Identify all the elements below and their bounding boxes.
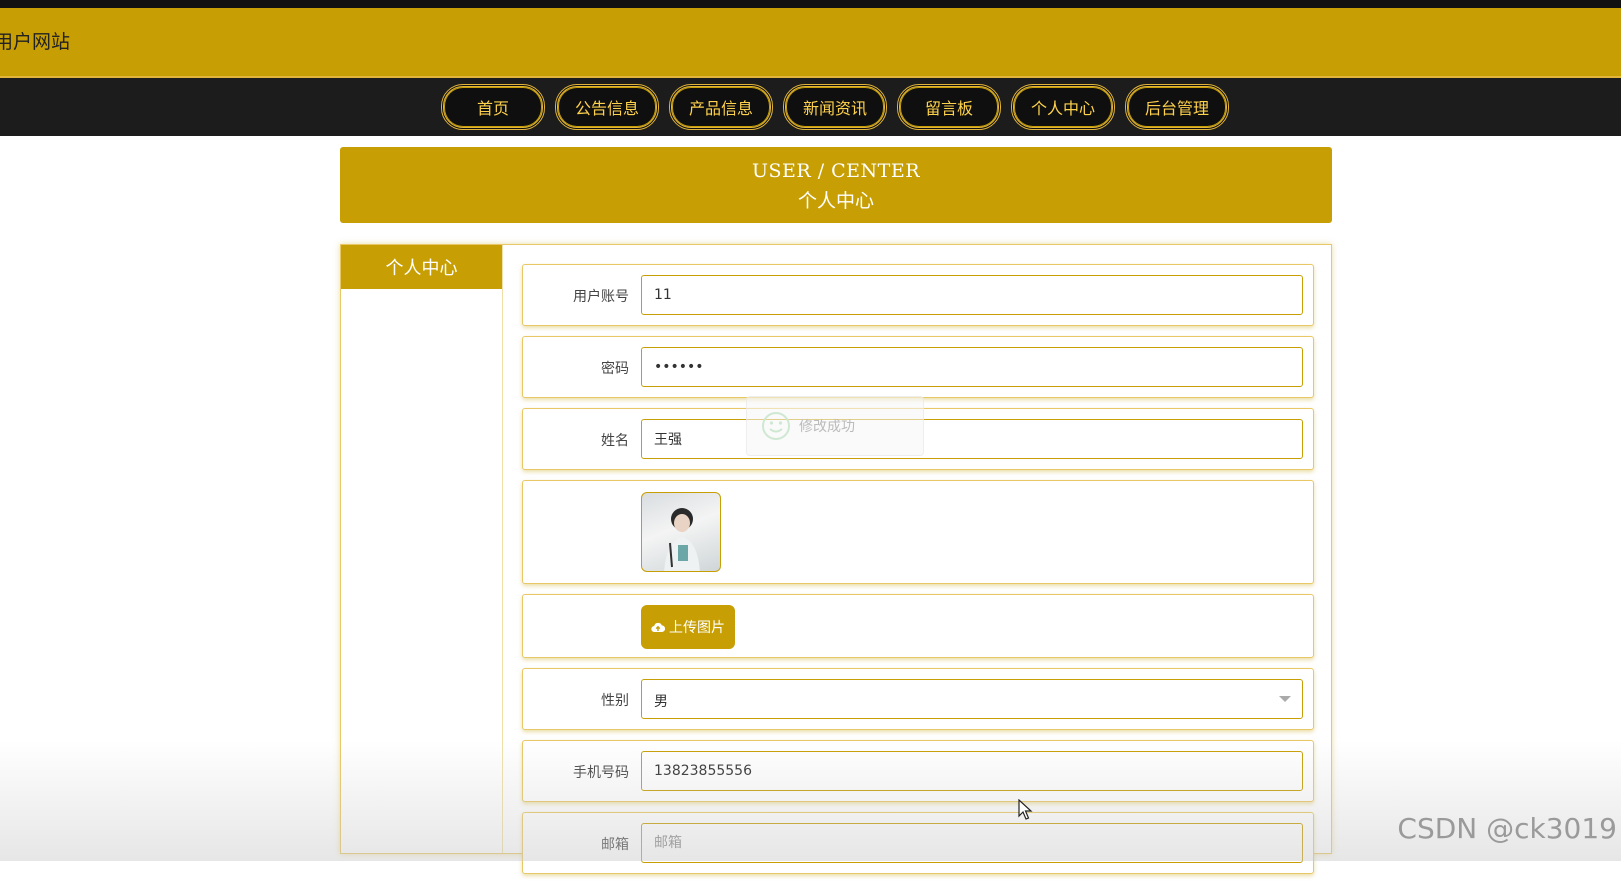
password-label: 密码 (601, 361, 629, 377)
nav-item-products[interactable]: 产品信息 (669, 84, 773, 130)
form-row-phone: 手机号码 (522, 740, 1314, 802)
nav-item-admin[interactable]: 后台管理 (1125, 84, 1229, 130)
name-input[interactable] (641, 419, 1303, 459)
email-input[interactable] (641, 823, 1303, 863)
form-row-account: 用户账号 (522, 264, 1314, 326)
nav-item-home[interactable]: 首页 (441, 84, 545, 130)
window-top-bar (0, 0, 1621, 8)
nav-item-news[interactable]: 新闻资讯 (783, 84, 887, 130)
nav-item-user-center[interactable]: 个人中心 (1011, 84, 1115, 130)
phone-label: 手机号码 (573, 765, 629, 781)
form-row-email: 邮箱 (522, 812, 1314, 874)
site-header: 用户网站 (0, 8, 1621, 78)
cloud-upload-icon (651, 622, 665, 633)
toast-message: 修改成功 (799, 419, 855, 435)
account-label: 用户账号 (573, 289, 629, 305)
sidebar-item-user-center[interactable]: 个人中心 (341, 245, 502, 289)
nav-item-announcements[interactable]: 公告信息 (555, 84, 659, 130)
smile-icon (762, 412, 790, 440)
watermark-text: CSDN @ck3019 (1397, 812, 1617, 845)
form-row-upload: 上传图片 (522, 594, 1314, 658)
password-input[interactable] (641, 347, 1303, 387)
site-title: 用户网站 (0, 31, 71, 53)
phone-input[interactable] (641, 751, 1303, 791)
main-nav: 首页 公告信息 产品信息 新闻资讯 留言板 个人中心 后台管理 (0, 78, 1621, 136)
account-input[interactable] (641, 275, 1303, 315)
user-center-panel: 个人中心 用户账号 密码 姓名 (340, 244, 1332, 874)
banner-title-en: USER / CENTER (751, 160, 921, 182)
form-row-gender: 性别 男 (522, 668, 1314, 730)
upload-image-label: 上传图片 (669, 620, 725, 636)
mouse-pointer-icon (1018, 799, 1033, 820)
gender-select-value[interactable]: 男 (641, 679, 1303, 719)
page-banner: USER / CENTER 个人中心 (340, 147, 1332, 223)
gender-select[interactable]: 男 (641, 679, 1303, 719)
chevron-down-icon[interactable] (1279, 696, 1291, 702)
form-row-avatar (522, 480, 1314, 584)
sidebar: 个人中心 (341, 245, 503, 853)
nav-item-message-board[interactable]: 留言板 (897, 84, 1001, 130)
name-label: 姓名 (601, 433, 629, 449)
avatar-portrait (664, 508, 700, 571)
form-row-password: 密码 (522, 336, 1314, 398)
banner-title-cn: 个人中心 (797, 190, 874, 212)
avatar-image (641, 492, 721, 572)
email-label: 邮箱 (601, 837, 629, 853)
upload-image-button[interactable]: 上传图片 (641, 605, 735, 649)
success-toast: 修改成功 (746, 396, 924, 456)
gender-label: 性别 (601, 693, 629, 709)
profile-form: 用户账号 密码 姓名 (522, 264, 1314, 884)
